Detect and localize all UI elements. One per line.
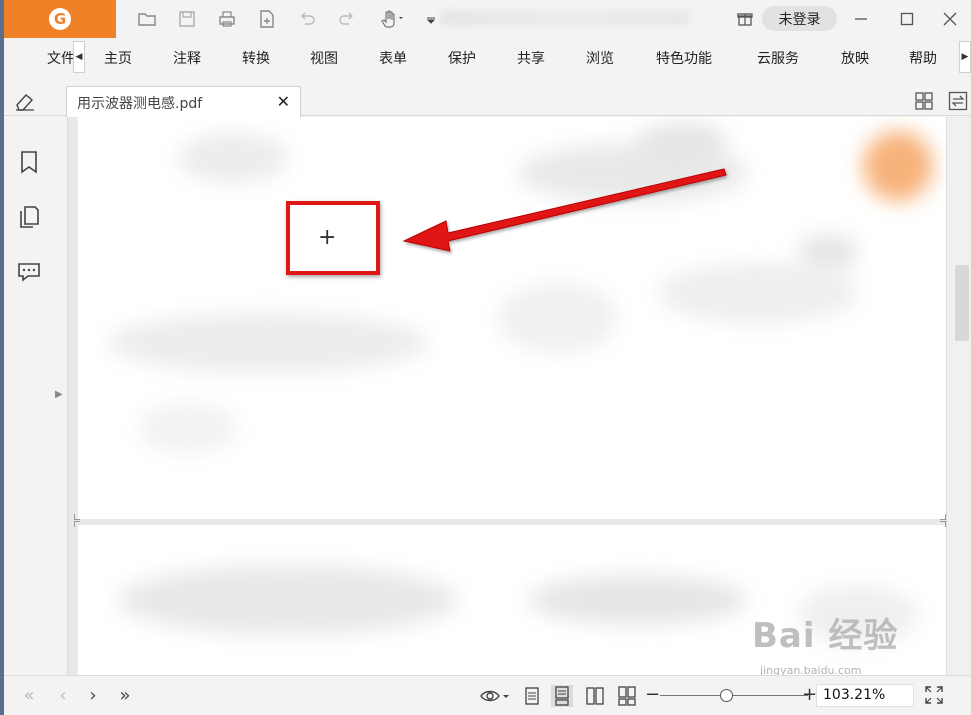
zoom-out-icon[interactable]: − bbox=[645, 684, 660, 705]
continuous-facing-icon[interactable] bbox=[616, 685, 638, 707]
eraser-icon[interactable] bbox=[14, 91, 36, 111]
document-viewport[interactable]: + bbox=[68, 117, 946, 675]
title-bar: G 未登录 bbox=[4, 0, 971, 38]
scrollbar-thumb[interactable] bbox=[955, 265, 969, 341]
menu-annotate[interactable]: 注释 bbox=[173, 48, 201, 68]
app-logo-icon: G bbox=[49, 8, 71, 30]
menu-form[interactable]: 表单 bbox=[379, 48, 407, 68]
blurred-content bbox=[798, 233, 858, 273]
menu-file[interactable]: 文件 bbox=[47, 48, 75, 68]
menu-convert[interactable]: 转换 bbox=[242, 48, 270, 68]
menu-bar: 文件 ◀ 主页 注释 转换 视图 表单 保护 共享 浏览 特色功能 云服务 放映… bbox=[4, 38, 971, 76]
pdf-page-1 bbox=[78, 117, 946, 519]
baidu-watermark: Bai 经验 jingyan.baidu.com bbox=[752, 608, 899, 677]
close-window-icon[interactable] bbox=[938, 7, 962, 31]
blurred-content bbox=[498, 283, 618, 353]
hand-tool-icon[interactable] bbox=[376, 8, 408, 30]
continuous-page-icon[interactable] bbox=[551, 685, 573, 707]
login-button[interactable]: 未登录 bbox=[762, 6, 837, 31]
single-page-icon[interactable] bbox=[521, 685, 543, 707]
status-bar: « ‹ › » − + 103.21% bbox=[4, 675, 971, 715]
facing-page-icon[interactable] bbox=[584, 685, 606, 707]
watermark-main: Bai 经验 bbox=[752, 616, 899, 656]
blurred-content bbox=[178, 133, 288, 183]
app-window: G 未登录 文件 ◀ 主页 注释 转换 视图 表单 保护 共享 浏览 特色功能 … bbox=[4, 0, 971, 715]
zoom-slider-track[interactable] bbox=[660, 695, 808, 696]
menu-browse[interactable]: 浏览 bbox=[586, 48, 614, 68]
window-title-blurred bbox=[440, 10, 690, 26]
switch-panel-icon[interactable] bbox=[948, 91, 968, 111]
print-icon[interactable] bbox=[216, 8, 238, 30]
open-folder-icon[interactable] bbox=[136, 8, 158, 30]
menu-scroll-left-icon[interactable]: ◀ bbox=[73, 41, 85, 73]
app-logo[interactable]: G bbox=[4, 0, 116, 38]
menu-help[interactable]: 帮助 bbox=[909, 48, 937, 68]
save-icon[interactable] bbox=[176, 8, 198, 30]
menu-scroll-right-icon[interactable]: ▶ bbox=[959, 41, 971, 73]
blurred-content bbox=[863, 131, 933, 201]
pages-icon[interactable] bbox=[16, 204, 42, 230]
blurred-content bbox=[528, 575, 748, 625]
first-page-icon[interactable]: « bbox=[18, 684, 40, 706]
comments-icon[interactable] bbox=[16, 259, 42, 285]
page-crop-mark bbox=[74, 514, 80, 520]
gift-icon[interactable] bbox=[736, 9, 754, 27]
menu-cloud[interactable]: 云服务 bbox=[757, 48, 799, 68]
zoom-input[interactable]: 103.21% bbox=[816, 684, 914, 707]
next-page-icon[interactable]: › bbox=[82, 684, 104, 706]
menu-protect[interactable]: 保护 bbox=[448, 48, 476, 68]
blurred-content bbox=[108, 313, 428, 373]
menu-share[interactable]: 共享 bbox=[517, 48, 545, 68]
tab-row: 用示波器测电感.pdf ✕ bbox=[4, 84, 971, 117]
menu-features[interactable]: 特色功能 bbox=[656, 48, 712, 68]
grid-view-icon[interactable] bbox=[914, 91, 934, 111]
bookmark-icon[interactable] bbox=[16, 149, 42, 175]
menu-view[interactable]: 视图 bbox=[310, 48, 338, 68]
left-sidebar: ▶ bbox=[4, 117, 68, 675]
menu-home[interactable]: 主页 bbox=[104, 48, 132, 68]
menu-slideshow[interactable]: 放映 bbox=[841, 48, 869, 68]
document-tab[interactable]: 用示波器测电感.pdf ✕ bbox=[66, 86, 301, 117]
minimize-icon[interactable] bbox=[849, 7, 873, 31]
maximize-icon[interactable] bbox=[895, 7, 919, 31]
customize-icon[interactable] bbox=[420, 8, 442, 30]
zoom-slider-knob[interactable] bbox=[720, 689, 734, 702]
crosshair-cursor-icon: + bbox=[318, 225, 337, 250]
vertical-scrollbar[interactable] bbox=[946, 117, 971, 675]
prev-page-icon[interactable]: ‹ bbox=[52, 684, 74, 706]
document-tab-label: 用示波器测电感.pdf bbox=[77, 96, 203, 112]
zoom-in-icon[interactable]: + bbox=[802, 684, 817, 705]
blurred-content bbox=[138, 403, 238, 453]
read-mode-icon[interactable] bbox=[477, 685, 513, 707]
blurred-content bbox=[118, 565, 458, 635]
close-tab-icon[interactable]: ✕ bbox=[277, 92, 290, 111]
fullscreen-icon[interactable] bbox=[924, 685, 944, 705]
last-page-icon[interactable]: » bbox=[114, 684, 136, 706]
blurred-content bbox=[638, 123, 728, 163]
sidebar-expand-icon[interactable]: ▶ bbox=[55, 389, 63, 400]
redo-icon[interactable] bbox=[336, 8, 358, 30]
new-doc-icon[interactable] bbox=[256, 8, 278, 30]
undo-icon[interactable] bbox=[296, 8, 318, 30]
page-crop-mark bbox=[74, 521, 80, 527]
